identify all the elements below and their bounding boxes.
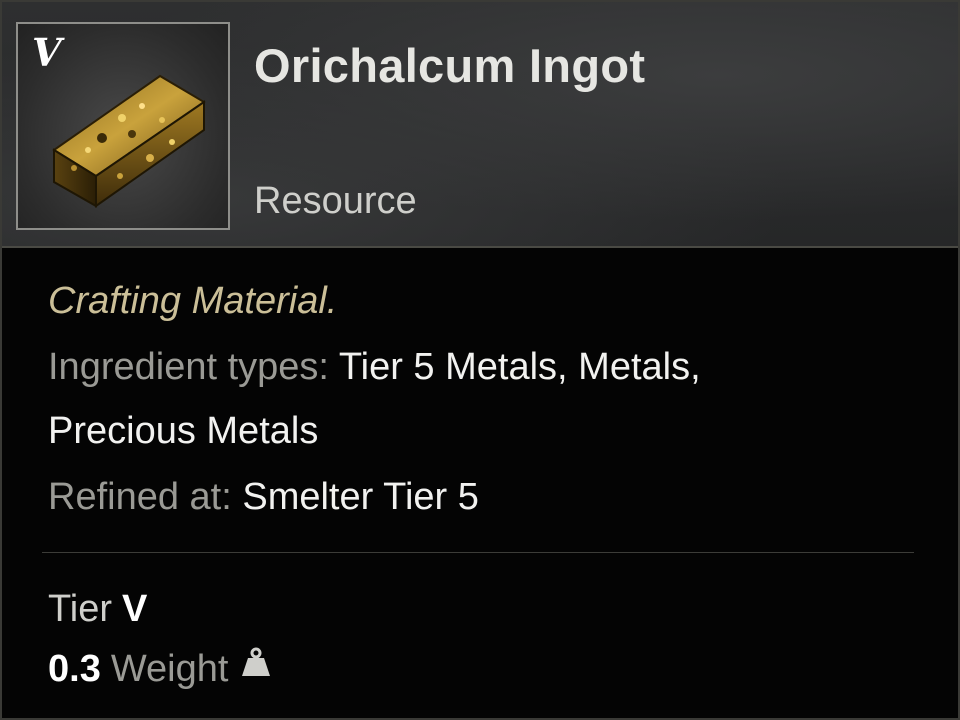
tier-value: V [122,588,148,630]
tier-row: Tier V [48,588,147,631]
ingredient-types-label: Ingredient types: [48,346,329,388]
item-name: Orichalcum Ingot [254,39,646,92]
ingredient-types-value-cont: Precious Metals [48,410,319,452]
ingredient-types-value: Tier 5 Metals, Metals, [338,346,701,388]
refined-at-label: Refined at: [48,476,232,518]
weight-value: 0.3 [48,648,101,690]
refined-at-value: Smelter Tier 5 [242,476,479,518]
item-type: Resource [254,180,417,222]
divider [42,552,914,553]
weight-label: Weight [110,648,229,690]
weight-icon [240,645,272,688]
tier-label: Tier [48,588,113,630]
item-icon-frame: V [16,22,230,230]
weight-row: 0.3 Weight [48,645,272,691]
ingredient-types-row: Ingredient types: Tier 5 Metals, Metals, [48,346,701,389]
tooltip-header: V Orichalcum Ingot Resource [2,2,958,248]
item-tooltip: V Orichalcum Ingot Resource Crafting Mat… [0,0,960,720]
refined-at-row: Refined at: Smelter Tier 5 [48,476,479,519]
flavor-text: Crafting Material. [48,280,338,322]
gold-ingot-icon [52,74,206,208]
